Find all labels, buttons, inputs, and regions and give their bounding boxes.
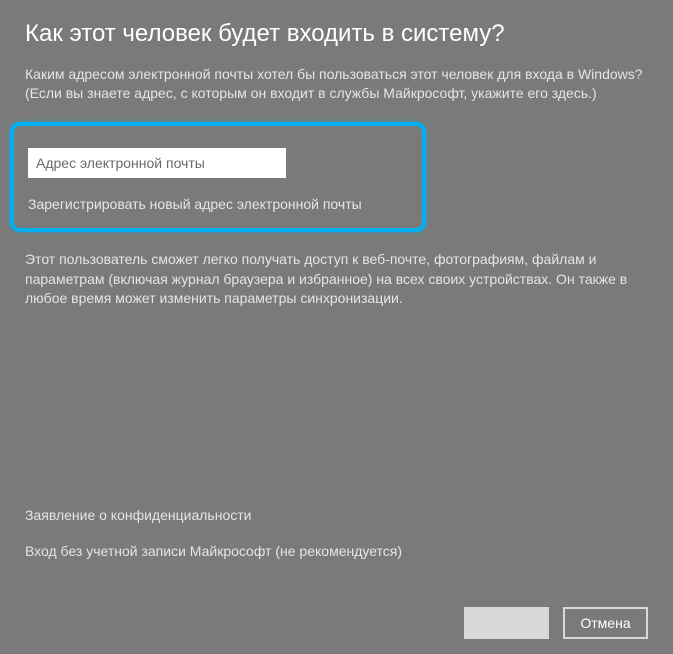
- next-button[interactable]: [464, 607, 549, 639]
- email-section-highlight: Зарегистрировать новый адрес электронной…: [10, 122, 426, 232]
- page-title: Как этот человек будет входить в систему…: [25, 20, 648, 49]
- intro-text: Каким адресом электронной почты хотел бы…: [25, 65, 648, 104]
- email-input[interactable]: [28, 148, 286, 178]
- button-bar: Отмена: [464, 607, 648, 639]
- description-text: Этот пользователь сможет легко получать …: [25, 250, 648, 309]
- bottom-links-section: Заявление о конфиденциальности Вход без …: [25, 507, 402, 559]
- register-email-link[interactable]: Зарегистрировать новый адрес электронной…: [28, 196, 408, 212]
- no-msaccount-link[interactable]: Вход без учетной записи Майкрософт (не р…: [25, 543, 402, 559]
- cancel-button[interactable]: Отмена: [563, 607, 648, 639]
- privacy-link[interactable]: Заявление о конфиденциальности: [25, 507, 402, 523]
